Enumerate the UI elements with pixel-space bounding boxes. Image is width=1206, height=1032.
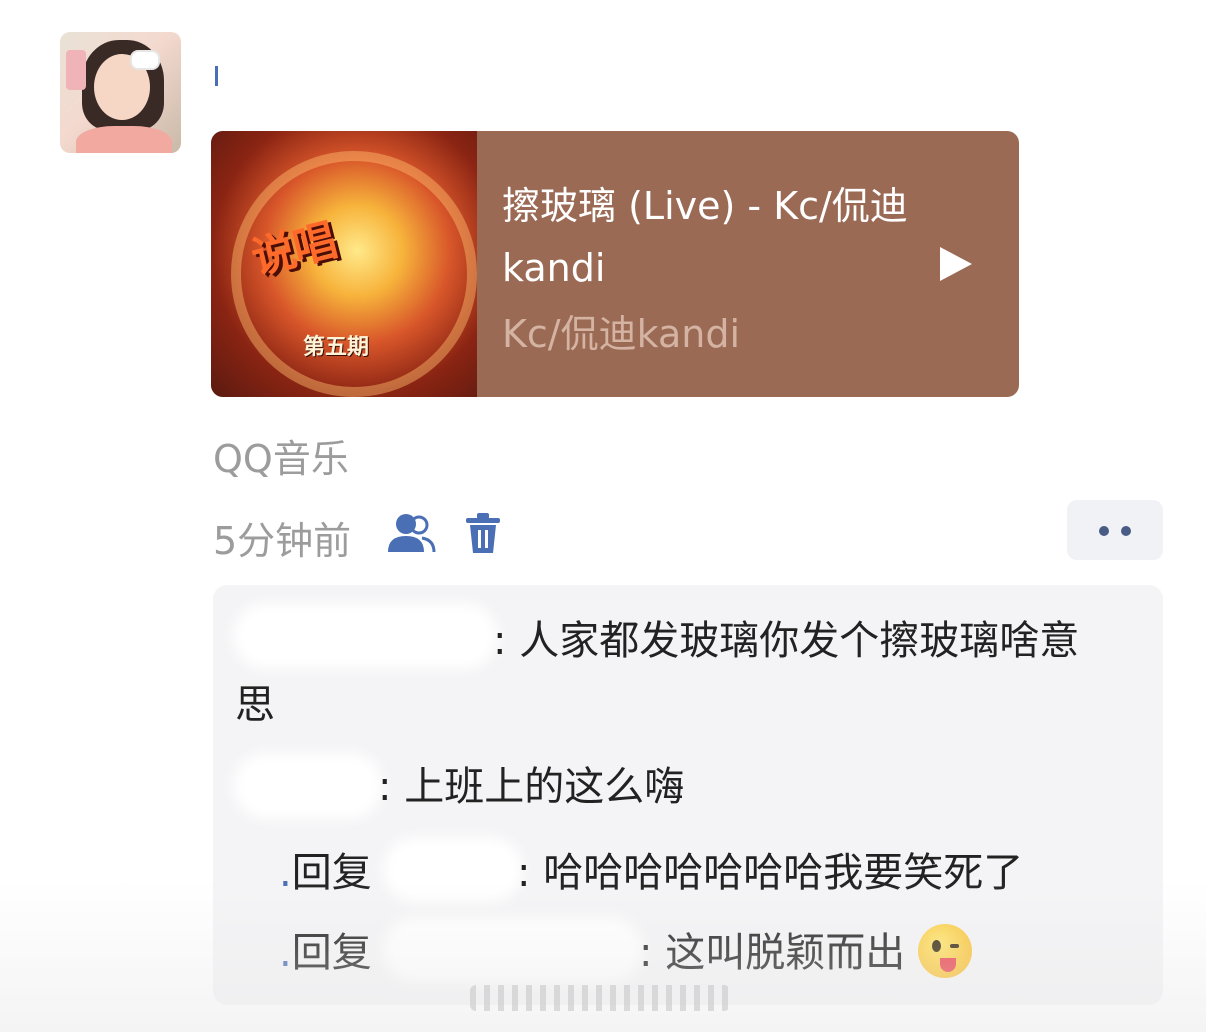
song-title: 擦玻璃 (Live) - Kc/侃迪kandi [502, 184, 908, 290]
comment-2-text[interactable]: : 上班上的这么嗨 [378, 755, 684, 819]
cover-episode-badge: 第五期 [303, 334, 370, 360]
song-artist: Kc/侃迪kandi [502, 312, 741, 356]
album-cover: 说唱 第五期 [211, 131, 477, 397]
user-avatar[interactable] [60, 32, 181, 153]
tongue-wink-emoji-icon [917, 924, 972, 978]
source-label[interactable]: QQ音乐 [213, 428, 349, 483]
reply-dot: . [279, 930, 292, 976]
comment-3-text: : 哈哈哈哈哈哈哈我要笑死了 [517, 850, 1024, 896]
avatar-hair-bow [130, 50, 160, 70]
reply-label: 回复 [291, 930, 372, 976]
redacted-username [393, 847, 513, 893]
redacted-username [393, 927, 633, 973]
comment-3[interactable]: .回复 [279, 841, 372, 905]
comment-list: : 人家都发玻璃你发个擦玻璃啥意 思 : 上班上的这么嗨 .回复 : 哈哈哈哈哈… [213, 585, 1163, 1005]
play-icon[interactable] [940, 247, 972, 281]
post-timestamp: 5分钟前 [213, 519, 352, 563]
more-icon-dot [1099, 526, 1109, 536]
more-icon-dot [1121, 526, 1131, 536]
redacted-username [243, 613, 488, 659]
reply-label: 回复 [291, 850, 372, 896]
music-share-card[interactable]: 说唱 第五期 擦玻璃 (Live) - Kc/侃迪kandi Kc/侃迪kand… [211, 131, 1019, 397]
more-button[interactable] [1067, 500, 1163, 560]
reply-dot: . [279, 850, 292, 896]
avatar-shirt [76, 126, 172, 153]
comment-1-wrap: 思 [235, 682, 275, 728]
comment-4[interactable]: .回复 [279, 921, 372, 985]
trash-icon[interactable] [464, 512, 502, 554]
comment-1-text[interactable]: : 人家都发玻璃你发个擦玻璃啥意 [493, 609, 1079, 673]
username-fragment[interactable] [215, 66, 218, 86]
redacted-username [243, 763, 373, 809]
watermark [470, 985, 730, 1011]
avatar-phone [66, 50, 86, 90]
comment-4-text: : 这叫脱颖而出 [639, 921, 972, 985]
friends-icon[interactable] [386, 512, 436, 554]
